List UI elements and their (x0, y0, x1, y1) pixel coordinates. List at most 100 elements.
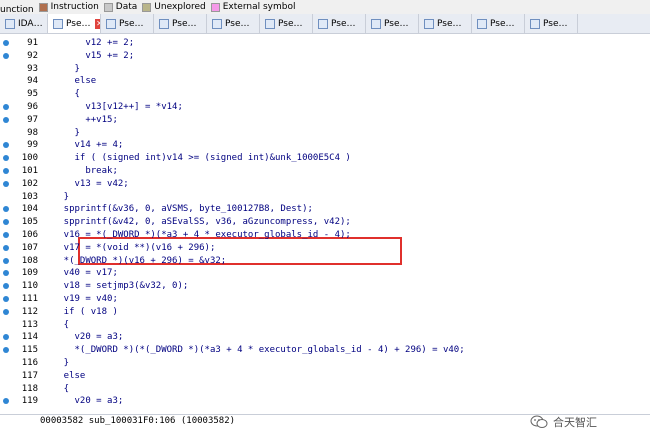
code-text: ++v15; (42, 114, 118, 125)
tab-label: Pse… (119, 18, 144, 29)
code-line[interactable]: 96 v13[v12++] = *v14; (0, 101, 650, 113)
tab-pseudocode[interactable]: Pse… (525, 14, 578, 33)
breakpoint-dot-icon[interactable] (3, 180, 9, 187)
line-number: 106 (21, 230, 38, 240)
line-number: 102 (21, 178, 38, 189)
legend-swatch (142, 2, 152, 12)
code-line[interactable]: 104 spprintf(&v36, 0, aVSMS, byte_100127… (0, 203, 650, 215)
code-text: *(_DWORD *)(v16 + 296) = &v32; (42, 255, 227, 266)
tab-pseudocode[interactable]: Pse… (419, 14, 472, 33)
tab-pseudocode[interactable]: Pse… (154, 14, 207, 33)
code-line[interactable]: 107 v17 = *(void **)(v16 + 296); (0, 242, 650, 254)
breakpoint-dot-icon[interactable] (3, 347, 9, 354)
breakpoint-dot-icon[interactable] (3, 232, 9, 238)
code-line[interactable]: 115 *(_DWORD *)(*(_DWORD *)(*a3 + 4 * ex… (0, 344, 650, 356)
tab-icon (159, 18, 169, 29)
code-line[interactable]: 118 { (0, 383, 650, 395)
code-line[interactable]: 92 v15 += 2; (0, 50, 650, 62)
code-text: v13[v12++] = *v14; (42, 102, 183, 112)
code-line[interactable]: 99 v14 += 4; (0, 139, 650, 151)
breakpoint-dot-icon[interactable] (3, 116, 9, 123)
breakpoint-dot-icon[interactable] (3, 244, 9, 251)
code-line[interactable]: 108 *(_DWORD *)(v16 + 296) = &v32; (0, 255, 650, 267)
breakpoint-dot-icon[interactable] (3, 142, 9, 149)
code-line[interactable]: 112 if ( v18 ) (0, 306, 650, 318)
code-line[interactable]: 91 v12 += 2; (0, 37, 650, 49)
legend-item: External symbol (210, 0, 295, 14)
tab-pseudocode[interactable]: Pse… (101, 14, 154, 33)
breakpoint-dot-icon[interactable] (3, 206, 9, 213)
tab-pseudocode[interactable]: Pse… (472, 14, 525, 33)
code-text: v18 = setjmp3(&v32, 0); (42, 281, 189, 292)
breakpoint-dot-icon[interactable] (3, 219, 9, 226)
code-line[interactable]: 109 v40 = v17; (0, 267, 650, 279)
breakpoint-dot-icon[interactable] (3, 257, 9, 264)
tab-icon (212, 18, 222, 29)
code-text: v19 = v40; (42, 294, 118, 304)
tab-pseudocode[interactable]: Pse…✕ (48, 14, 101, 33)
tab-label: Pse… (66, 18, 91, 29)
tab-label: Pse… (490, 18, 515, 29)
code-line[interactable]: 106 v16 = *(_DWORD *)(*a3 + 4 * executor… (0, 229, 650, 241)
code-text: { (42, 383, 70, 394)
code-line[interactable]: 119 v20 = a3; (0, 395, 650, 407)
segment-legend: unction Instruction Data Unexplored External… (0, 0, 650, 14)
line-number: 117 (21, 370, 38, 381)
tab-label: Pse… (225, 18, 250, 29)
tab-icon (424, 18, 434, 29)
tab-icon (265, 18, 275, 29)
tab-icon (530, 18, 540, 29)
breakpoint-dot-icon[interactable] (3, 296, 9, 302)
code-text: { (42, 319, 70, 330)
line-number: 112 (21, 306, 38, 317)
line-number: 103 (21, 191, 38, 202)
pseudocode-view[interactable]: 91 v12 += 2; 92 v15 += 2; 93 } 94 else 95 {9… (0, 35, 650, 413)
code-line[interactable]: 101 break; (0, 165, 650, 177)
code-line[interactable]: 98 } (0, 127, 650, 139)
legend-swatch (210, 2, 220, 12)
breakpoint-dot-icon[interactable] (3, 104, 9, 110)
breakpoint-dot-icon[interactable] (3, 52, 9, 59)
breakpoint-dot-icon[interactable] (3, 40, 9, 46)
code-line[interactable]: 95 { (0, 88, 650, 100)
line-number: 96 (27, 102, 38, 112)
line-number: 95 (27, 89, 38, 100)
code-line[interactable]: 110 v18 = setjmp3(&v32, 0); (0, 280, 650, 292)
code-line[interactable]: 117 else (0, 370, 650, 382)
code-line[interactable]: 100 if ( (signed int)v14 >= (signed int)… (0, 152, 650, 164)
code-line[interactable]: 93 } (0, 63, 650, 75)
code-text: else (42, 370, 86, 381)
tab-pseudocode[interactable]: Pse… (260, 14, 313, 33)
code-line[interactable]: 103 } (0, 191, 650, 203)
breakpoint-dot-icon[interactable] (3, 398, 9, 405)
legend-swatch (103, 2, 113, 12)
code-text: v13 = v42; (42, 178, 129, 189)
code-line[interactable]: 94 else (0, 75, 650, 87)
line-number: 92 (27, 50, 38, 61)
breakpoint-dot-icon[interactable] (3, 168, 9, 174)
code-line[interactable]: 114 v20 = a3; (0, 331, 650, 343)
code-line[interactable]: 111 v19 = v40; (0, 293, 650, 305)
breakpoint-dot-icon[interactable] (3, 283, 9, 290)
tab-pseudocode[interactable]: Pse… (313, 14, 366, 33)
code-line[interactable]: 116 } (0, 357, 650, 369)
code-text: v15 += 2; (42, 50, 135, 61)
code-line[interactable]: 105 spprintf(&v42, 0, aSEvalSS, v36, aGz… (0, 216, 650, 228)
breakpoint-dot-icon[interactable] (3, 270, 9, 277)
tab-label: Pse… (384, 18, 409, 29)
tab-pseudocode[interactable]: Pse… (207, 14, 260, 33)
code-line[interactable]: 97 ++v15; (0, 114, 650, 126)
tab-pseudocode[interactable]: IDA… (0, 14, 48, 33)
tab-pseudocode[interactable]: Pse… (366, 14, 419, 33)
legend-label: Unexplored (154, 2, 206, 12)
code-text: } (42, 63, 80, 74)
code-text: } (42, 358, 70, 368)
breakpoint-dot-icon[interactable] (3, 334, 9, 341)
code-line[interactable]: 113 { (0, 319, 650, 331)
breakpoint-dot-icon[interactable] (3, 155, 9, 162)
breakpoint-dot-icon[interactable] (3, 308, 9, 315)
tab-icon (371, 18, 381, 29)
code-line[interactable]: 102 v13 = v42; (0, 178, 650, 190)
line-number: 110 (21, 281, 38, 292)
code-text: v17 = *(void **)(v16 + 296); (42, 242, 216, 253)
